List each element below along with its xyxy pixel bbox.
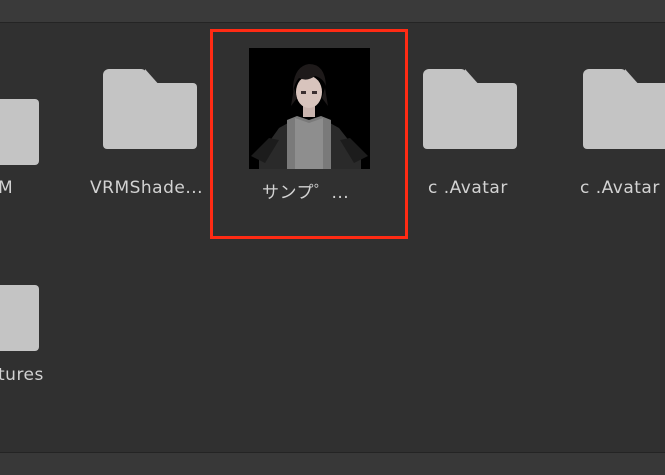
folder-icon xyxy=(423,69,517,149)
selection-highlight xyxy=(210,29,408,239)
project-browser-window: M VRMShade... サンプ゜... c .Avatar c .Avata… xyxy=(0,0,665,475)
folder-icon xyxy=(0,271,39,351)
asset-label: c .Avatar xyxy=(428,178,508,198)
asset-label: c .Avatar xyxy=(580,178,660,198)
asset-label: tures xyxy=(0,365,44,385)
folder-icon xyxy=(0,85,39,165)
toolbar xyxy=(0,0,665,23)
asset-label: VRMShade... xyxy=(90,178,204,198)
status-bar xyxy=(0,452,665,475)
folder-icon xyxy=(103,69,197,149)
asset-label: M xyxy=(0,178,14,198)
folder-icon xyxy=(583,69,665,149)
